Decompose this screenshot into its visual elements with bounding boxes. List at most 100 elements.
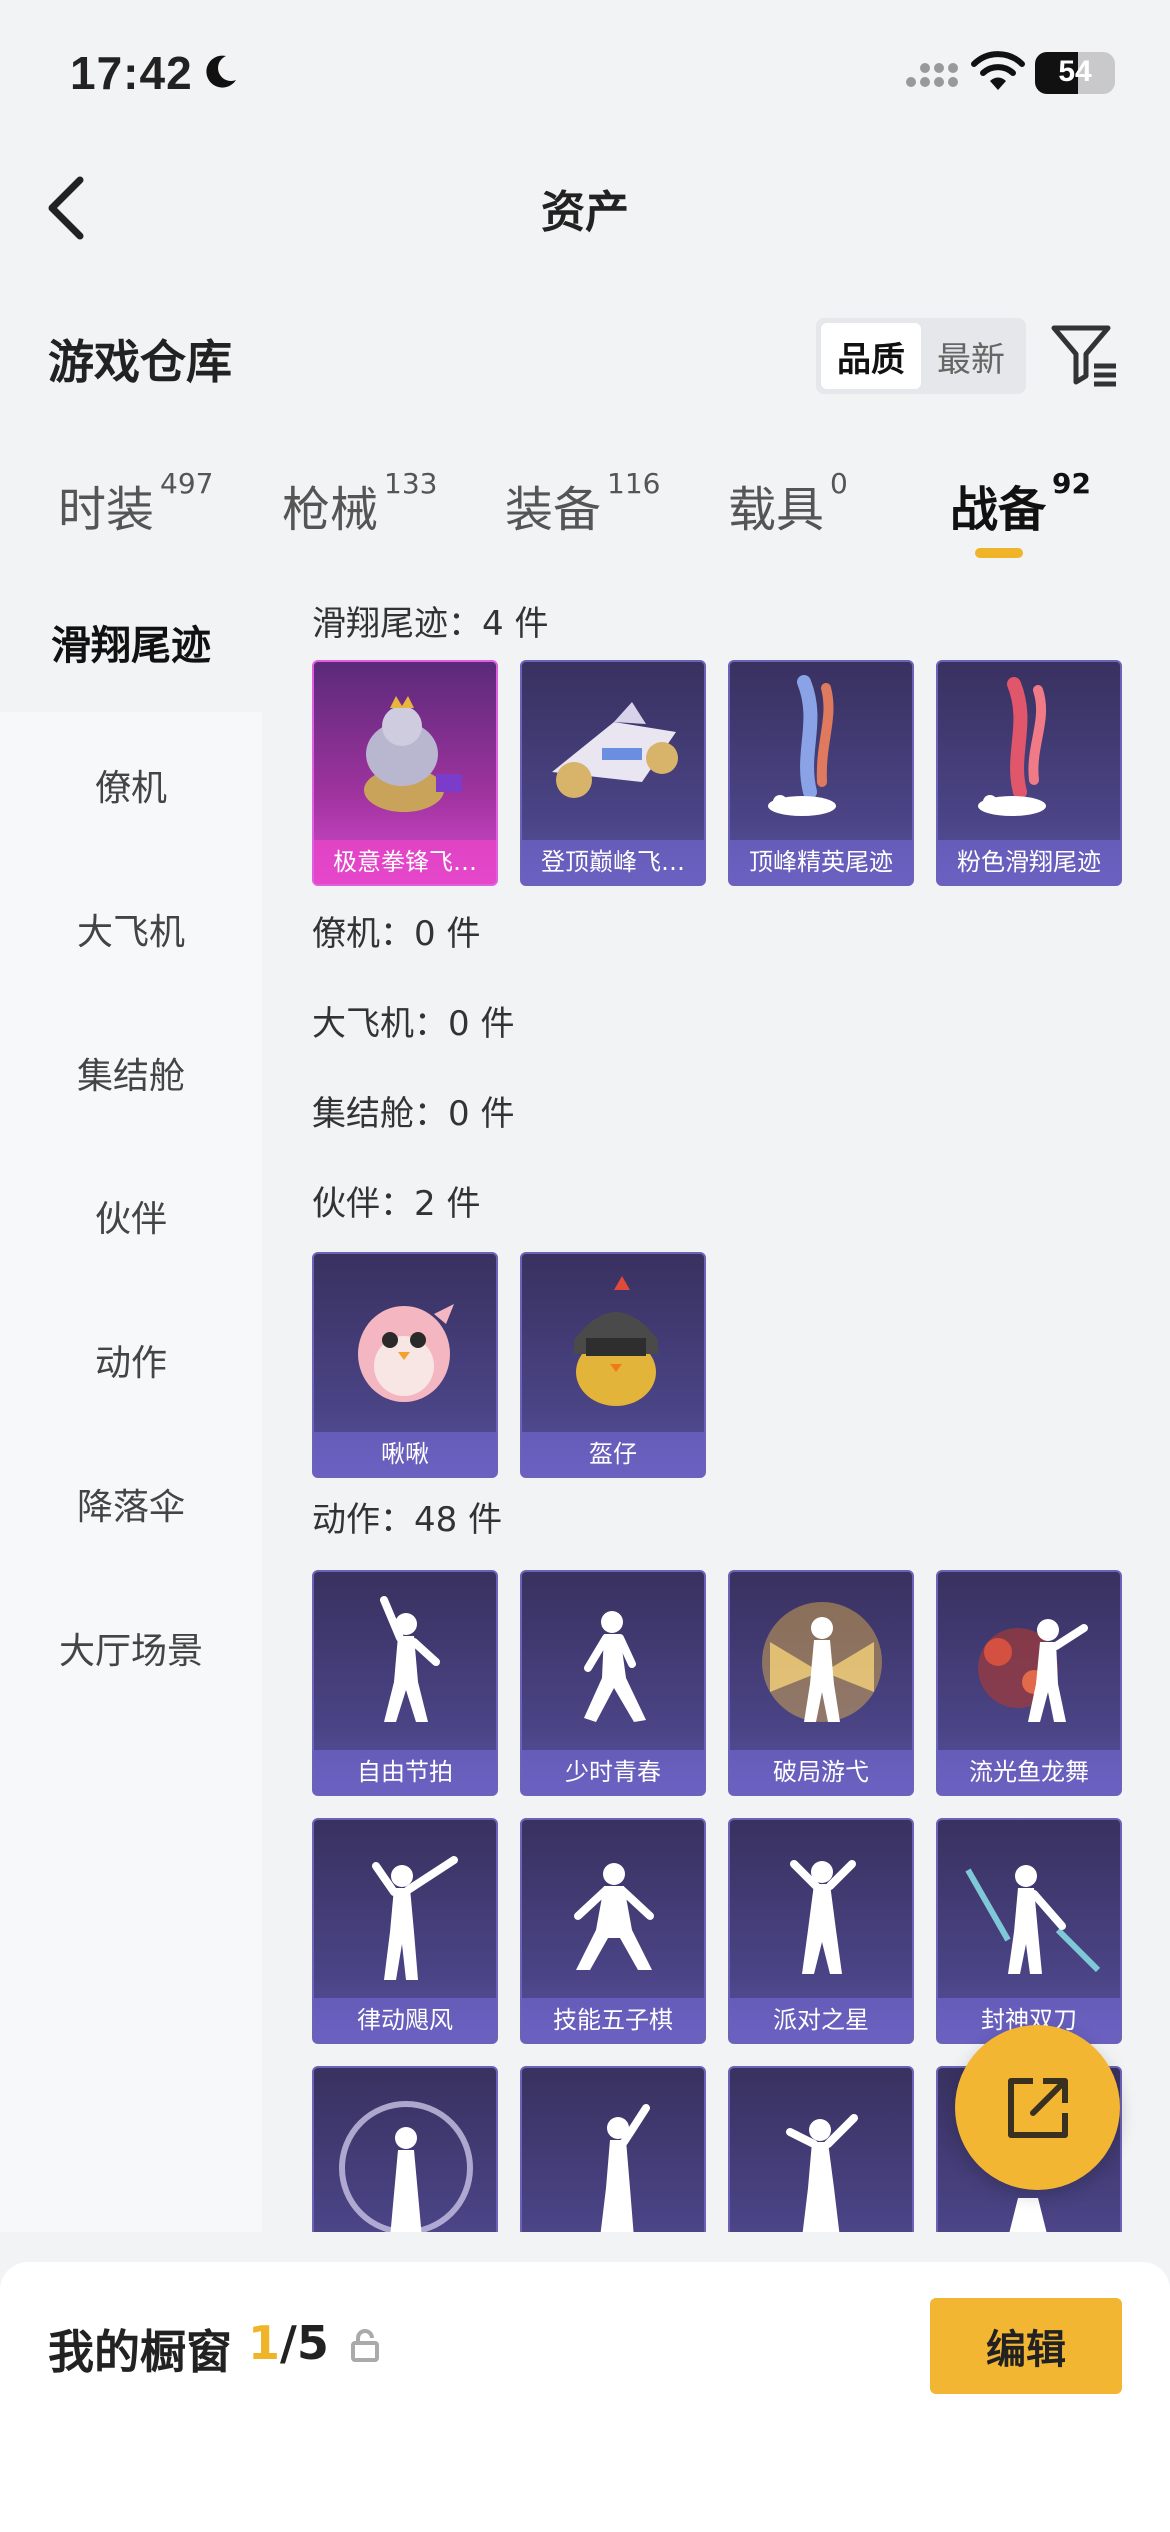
dancer-silhouette-icon xyxy=(380,1596,440,1722)
tab-label: 时装 xyxy=(58,482,155,538)
section-header-plane: 大飞机：0 件 xyxy=(312,1004,515,1044)
lock-icon xyxy=(351,2329,379,2362)
tab-label: 载具 xyxy=(728,482,825,538)
sidebar-item-wingman[interactable]: 僚机 xyxy=(0,715,262,855)
tab-count: 497 xyxy=(160,467,214,500)
cellular-signal-icon xyxy=(906,63,958,87)
item-name: 破局游弋 xyxy=(730,1750,912,1794)
section-header-partner: 伙伴：2 件 xyxy=(312,1184,481,1224)
share-button[interactable] xyxy=(955,2025,1120,2190)
item-card[interactable] xyxy=(728,2066,914,2232)
item-name: 登顶巅峰飞… xyxy=(522,840,704,884)
tab-equipment[interactable]: 装备 116 xyxy=(505,467,661,540)
sidebar-item-pod[interactable]: 集结舱 xyxy=(0,1003,262,1143)
item-card[interactable]: 粉色滑翔尾迹 xyxy=(936,660,1122,886)
item-name: 盔仔 xyxy=(522,1432,704,1476)
item-name: 粉色滑翔尾迹 xyxy=(938,840,1120,884)
bubble-dancer-icon xyxy=(339,2101,473,2232)
tab-label: 战备 xyxy=(950,482,1047,538)
pink-bird-icon xyxy=(358,1304,454,1402)
item-name: 顶峰精英尾迹 xyxy=(730,840,912,884)
page-title: 资产 xyxy=(541,187,629,238)
battery-level: 54 xyxy=(1058,55,1092,88)
dancer-silhouette-icon xyxy=(574,1863,654,1970)
showcase-title: 我的橱窗 xyxy=(48,2325,232,2379)
item-name: 极意拳锋飞… xyxy=(314,840,496,884)
item-card[interactable]: 登顶巅峰飞… xyxy=(520,660,706,886)
item-card[interactable]: 破局游弋 xyxy=(728,1570,914,1796)
dancer-silhouette-icon xyxy=(790,1860,856,1974)
dancer-silhouette-icon xyxy=(372,1856,458,1980)
item-name: 律动飓风 xyxy=(314,1998,496,2042)
item-name: 啾啾 xyxy=(314,1432,496,1476)
glider-vehicle-icon xyxy=(552,702,678,798)
section-header-pod: 集结舱：0 件 xyxy=(312,1094,515,1134)
sidebar-item-glide-trail[interactable]: 滑翔尾迹 xyxy=(0,572,262,712)
dual-blade-dancer-icon xyxy=(965,1865,1101,1974)
sidebar-item-lobby-scene[interactable]: 大厅场景 xyxy=(0,1578,262,1718)
showcase-total: /5 xyxy=(280,2316,329,2370)
battery-indicator: 54 xyxy=(1035,52,1115,94)
share-external-icon xyxy=(1007,2077,1068,2138)
item-grid: 滑翔尾迹：4 件 极意拳锋飞… 登顶巅峰飞… 顶峰精英尾迹 粉色滑翔尾迹 僚机：… xyxy=(262,572,1170,2232)
sort-toggle: 品质 最新 xyxy=(816,318,1026,394)
item-name: 派对之星 xyxy=(730,1998,912,2042)
item-card[interactable]: 自由节拍 xyxy=(312,1570,498,1796)
status-time: 17:42 xyxy=(70,47,193,99)
helmet-chick-icon xyxy=(574,1276,658,1406)
section-header-emote: 动作：48 件 xyxy=(312,1500,503,1540)
item-card[interactable]: 封神双刀 xyxy=(936,1818,1122,2044)
dancer-silhouette-icon xyxy=(786,2114,858,2232)
smoke-trail-icon xyxy=(978,677,1047,816)
filter-icon[interactable] xyxy=(1050,320,1120,390)
smoke-trail-icon xyxy=(768,675,836,816)
tab-combat-gear[interactable]: 战备 92 xyxy=(950,467,1091,540)
showcase-count: 1/5 xyxy=(248,2316,329,2370)
item-card[interactable]: 啾啾 xyxy=(312,1252,498,1478)
dancer-silhouette-icon xyxy=(584,1611,646,1722)
sidebar-item-parachute[interactable]: 降落伞 xyxy=(0,1434,262,1574)
item-card[interactable]: 技能五子棋 xyxy=(520,1818,706,2044)
section-header-wingman: 僚机：0 件 xyxy=(312,914,481,954)
item-name: 技能五子棋 xyxy=(522,1998,704,2042)
item-card[interactable]: 极意拳锋飞… xyxy=(312,660,498,886)
tab-indicator xyxy=(975,548,1023,558)
tab-count: 92 xyxy=(1052,467,1091,500)
tab-label: 枪械 xyxy=(282,482,379,538)
sidebar-item-emote[interactable]: 动作 xyxy=(0,1290,262,1430)
sidebar: 滑翔尾迹 僚机 大飞机 集结舱 伙伴 动作 降落伞 大厅场景 xyxy=(0,572,262,2232)
showcase-current: 1 xyxy=(248,2316,281,2370)
moon-icon xyxy=(206,55,236,88)
item-name: 流光鱼龙舞 xyxy=(938,1750,1120,1794)
tab-vehicles[interactable]: 载具 0 xyxy=(728,467,848,540)
section-header-glide: 滑翔尾迹：4 件 xyxy=(312,604,549,644)
tab-count: 116 xyxy=(607,467,661,500)
item-name: 少时青春 xyxy=(522,1750,704,1794)
sort-latest-button[interactable]: 最新 xyxy=(921,323,1021,389)
dancer-silhouette-icon xyxy=(600,2104,650,2232)
tab-guns[interactable]: 枪械 133 xyxy=(282,467,438,540)
sidebar-item-partner[interactable]: 伙伴 xyxy=(0,1146,262,1286)
item-card[interactable] xyxy=(312,2066,498,2232)
wifi-icon xyxy=(971,51,1025,90)
sidebar-item-plane[interactable]: 大飞机 xyxy=(0,859,262,999)
item-card[interactable]: 派对之星 xyxy=(728,1818,914,2044)
flower-dancer-icon xyxy=(978,1619,1088,1722)
golden-wings-dancer-icon xyxy=(762,1602,882,1722)
item-card[interactable]: 律动飓风 xyxy=(312,1818,498,2044)
showcase-bar: 我的橱窗 1/5 编辑 xyxy=(0,2262,1170,2532)
item-card[interactable] xyxy=(520,2066,706,2232)
tab-count: 0 xyxy=(830,467,848,500)
item-card[interactable]: 盔仔 xyxy=(520,1252,706,1478)
tab-label: 装备 xyxy=(505,482,602,538)
item-card[interactable]: 顶峰精英尾迹 xyxy=(728,660,914,886)
warehouse-title: 游戏仓库 xyxy=(48,335,232,389)
item-card[interactable]: 流光鱼龙舞 xyxy=(936,1570,1122,1796)
edit-button[interactable]: 编辑 xyxy=(930,2298,1122,2394)
sort-quality-button[interactable]: 品质 xyxy=(821,323,921,389)
creature-figure-icon xyxy=(364,696,462,812)
item-card[interactable]: 少时青春 xyxy=(520,1570,706,1796)
tab-count: 133 xyxy=(384,467,438,500)
tab-fashion[interactable]: 时装 497 xyxy=(58,467,214,540)
item-name: 自由节拍 xyxy=(314,1750,496,1794)
